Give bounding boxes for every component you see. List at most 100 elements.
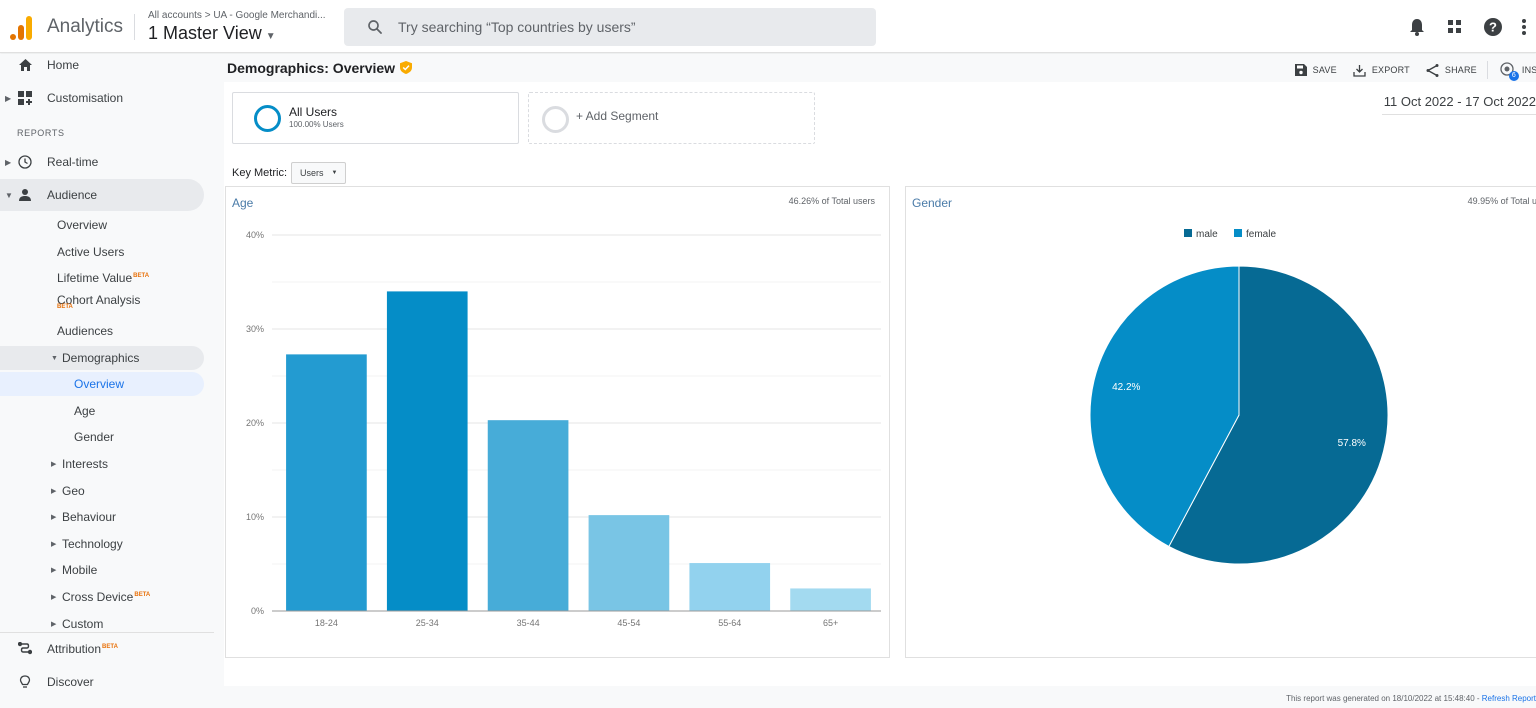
x-tick-label: 18-24 [315,618,338,628]
sidebar-item-cohort-analysis[interactable]: Cohort Analysis BETA [0,289,204,315]
home-icon [17,57,33,73]
sidebar-item-audience-overview[interactable]: Overview [0,213,204,237]
beta-badge: BETA [102,644,118,650]
age-bar-55-64[interactable] [689,563,771,611]
age-bar-45-54[interactable] [588,515,670,611]
page-title-text: Demographics: Overview [227,60,396,76]
sidebar-item-lifetime-value[interactable]: Lifetime ValueBETA [0,266,204,290]
sidebar-item-home[interactable]: Home [0,49,204,81]
legend-swatch-female [1234,229,1242,237]
bell-icon[interactable] [1398,16,1436,38]
age-chart-title[interactable]: Age [232,196,253,210]
verified-badge-icon [400,61,413,74]
view-selector[interactable]: 1 Master View ▼ [148,23,276,44]
sidebar-item-attribution[interactable]: AttributionBETA [0,633,204,665]
sidebar-item-demographics-age[interactable]: Age [0,399,204,423]
expand-arrow-icon: ▶ [51,514,57,521]
age-bar-65+[interactable] [790,588,871,611]
sidebar-item-discover[interactable]: Discover [0,666,204,698]
share-label: SHARE [1444,65,1477,75]
view-name: 1 Master View [148,23,262,43]
key-metric-label: Key Metric: [232,167,288,179]
age-bar-35-44[interactable] [487,420,569,611]
gender-pie-chart: male female 57.8% 42.2% [1089,229,1389,565]
help-icon[interactable]: ? [1474,16,1512,38]
segment-all-users[interactable]: All Users 100.00% Users [232,92,519,144]
date-range-picker[interactable]: 11 Oct 2022 - 17 Oct 2022 [1381,94,1536,115]
x-tick-label: 65+ [823,618,838,628]
share-icon [1426,63,1439,77]
gender-chart-title[interactable]: Gender [912,196,952,210]
insights-count-badge: 6 [1508,71,1519,81]
sidebar-item-mobile[interactable]: ▶ Mobile [0,558,204,582]
gender-chart-panel: Gender 49.95% of Total users male female 5… [905,186,1536,658]
expand-arrow-icon: ▶ [5,157,12,167]
sidebar-item-audience[interactable]: ▼ Audience [0,179,204,211]
sidebar-item-demographics-overview[interactable]: Overview [0,372,204,396]
sidebar-item-technology[interactable]: ▶ Technology [0,532,204,556]
sidebar-item-audiences[interactable]: Audiences [0,319,204,343]
key-metric-select[interactable]: Users ▼ [291,162,347,184]
attribution-label: Attribution [47,642,102,656]
add-segment-button[interactable]: + Add Segment [528,92,815,144]
age-bar-18-24[interactable] [286,354,367,611]
account-breadcrumb[interactable]: All accounts > UA - Google Merchandi... [148,10,326,21]
collapse-arrow-icon: ▼ [5,190,13,200]
key-metric-value: Users [300,168,324,178]
sidebar-item-demographics-gender[interactable]: Gender [0,425,204,449]
expand-arrow-icon: ▶ [5,93,12,103]
page-title-bar: Demographics: Overview SAVE EXPORT SHARE… [214,54,1536,82]
report-generated-note: This report was generated on 18/10/2022 … [1286,694,1536,703]
caret-down-icon: ▼ [265,31,276,42]
legend-label-female[interactable]: female [1246,229,1276,240]
cross-device-label: Cross Device [62,590,134,604]
lightbulb-icon [17,674,33,690]
search-icon [368,20,382,34]
analytics-logo-icon[interactable] [10,14,34,40]
sidebar-item-cross-device[interactable]: ▶ Cross DeviceBETA [0,585,204,609]
segment-percentage: 100.00% Users [289,120,344,129]
expand-arrow-icon: ▶ [51,594,57,601]
x-tick-label: 45-54 [617,618,640,628]
save-button[interactable]: SAVE [1294,64,1337,76]
export-button[interactable]: EXPORT [1353,64,1410,77]
sidebar-item-interests[interactable]: ▶ Interests [0,452,204,476]
apps-grid-icon[interactable] [1436,16,1474,38]
sidebar-item-geo[interactable]: ▶ Geo [0,479,204,503]
y-tick-label: 20% [246,418,264,428]
reports-section-label: REPORTS [17,128,65,138]
segment-ring-icon [254,105,281,132]
empty-segment-ring-icon [542,106,569,133]
y-tick-label: 10% [246,512,264,522]
y-tick-label: 0% [251,606,264,616]
sidebar: Home ▶ Customisation REPORTS ▶ Real-time… [0,54,214,708]
search-bar[interactable]: Try searching “Top countries by users” [344,8,876,46]
header-icons: ? [1398,16,1536,38]
expand-arrow-icon: ▶ [51,567,57,574]
clock-icon [17,154,33,170]
age-bar-chart: 0% 10% 20% 30% 40% 18-24 25-34 35-44 45-54 55-64 6… [246,230,881,628]
page-title: Demographics: Overview [227,60,413,76]
share-button[interactable]: SHARE [1426,63,1477,77]
age-chart-note: 46.26% of Total users [788,196,875,206]
sidebar-item-customisation[interactable]: ▶ Customisation [0,82,204,114]
key-metric: Key Metric: Users ▼ [232,162,347,184]
insights-icon: 6 [1500,62,1519,81]
sidebar-item-behaviour[interactable]: ▶ Behaviour [0,505,204,529]
main-content: Demographics: Overview SAVE EXPORT SHARE… [214,54,1536,708]
legend-label-male[interactable]: male [1196,229,1218,240]
more-vert-icon[interactable] [1512,16,1536,38]
sidebar-item-demographics[interactable]: ▼ Demographics [0,346,204,370]
legend-swatch-male [1184,229,1192,237]
sidebar-item-realtime[interactable]: ▶ Real-time [0,146,204,178]
sidebar-item-active-users[interactable]: Active Users [0,240,204,264]
expand-arrow-icon: ▶ [51,541,57,548]
search-input[interactable]: Try searching “Top countries by users” [398,19,636,35]
insights-button[interactable]: 6 INSIGHTS [1500,62,1536,81]
caret-down-icon: ▼ [331,170,338,176]
pie-label-female: 42.2% [1112,382,1140,393]
age-bar-25-34[interactable] [386,291,468,611]
refresh-report-link[interactable]: Refresh Report [1482,694,1536,703]
pie-label-male: 57.8% [1338,438,1366,449]
beta-badge: BETA [57,304,73,310]
